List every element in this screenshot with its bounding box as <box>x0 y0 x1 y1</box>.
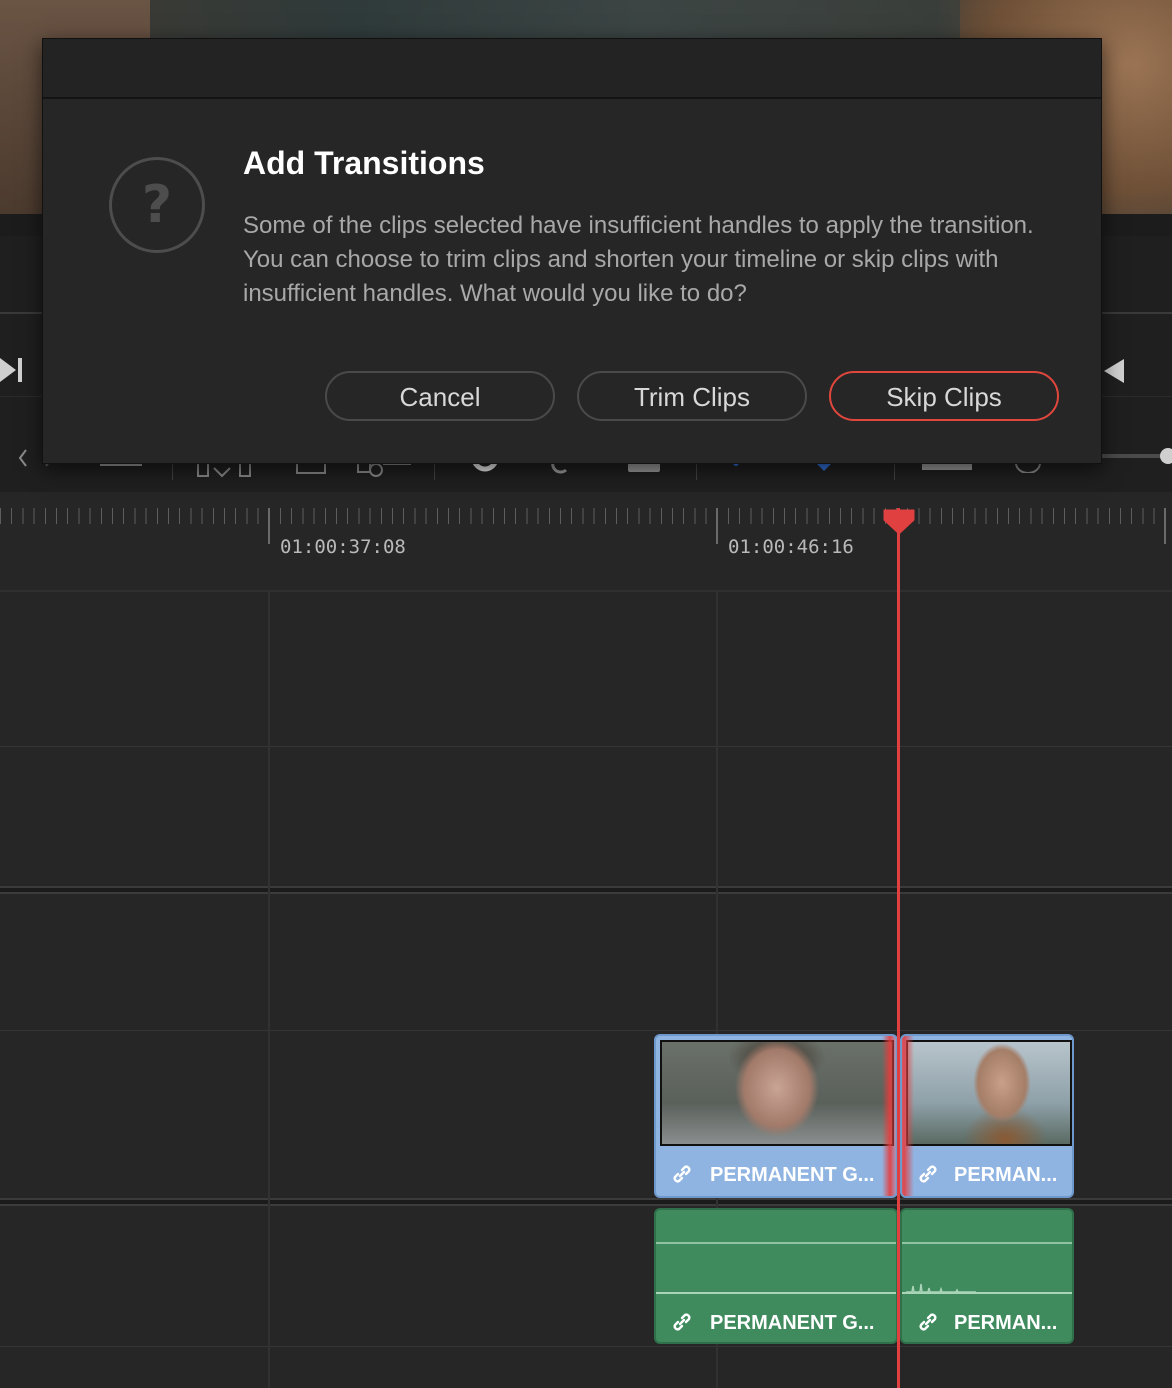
link-icon <box>670 1310 694 1339</box>
clip-name: PERMAN... <box>954 1312 1058 1334</box>
dialog-titlebar[interactable] <box>43 39 1101 99</box>
video-clip[interactable]: PERMANENT G... <box>654 1034 898 1198</box>
track-gridline <box>0 1346 1172 1347</box>
help-question-icon: ? <box>109 157 205 253</box>
cancel-button[interactable]: Cancel <box>325 371 555 421</box>
audio-waveform <box>906 1276 986 1298</box>
audio-clip[interactable]: PERMANENT G... <box>654 1208 898 1344</box>
link-icon <box>916 1162 940 1191</box>
audio-level-line <box>902 1242 1072 1244</box>
dialog-title: Add Transitions <box>243 145 485 181</box>
play-reverse-icon[interactable] <box>1102 358 1126 389</box>
audio-level-line <box>656 1242 896 1244</box>
clip-name: PERMANENT G... <box>710 1164 875 1186</box>
ruler-major-tick <box>1164 508 1166 544</box>
track-gridline <box>0 746 1172 747</box>
timecode-label: 01:00:37:08 <box>280 536 406 558</box>
ruler-major-tick <box>716 508 718 544</box>
clip-name: PERMANENT G... <box>710 1312 875 1334</box>
grid-line <box>268 592 270 1388</box>
transition-handle-warning <box>882 1036 896 1196</box>
clip-thumbnail <box>660 1040 894 1146</box>
transition-handle-warning <box>902 1036 914 1196</box>
video-clip[interactable]: PERMAN... <box>900 1034 1074 1198</box>
ruler-major-tick <box>268 508 270 544</box>
playhead-line[interactable] <box>897 508 900 1388</box>
clip-name: PERMAN... <box>954 1164 1058 1186</box>
next-clip-icon[interactable] <box>0 356 24 389</box>
trim-clips-button[interactable]: Trim Clips <box>577 371 807 421</box>
skip-clips-button[interactable]: Skip Clips <box>829 371 1059 421</box>
ruler-ticks <box>0 508 1172 524</box>
audio-clip[interactable]: PERMAN... <box>900 1208 1074 1344</box>
timecode-label: 01:00:46:16 <box>728 536 854 558</box>
track-gridline <box>0 1030 1172 1031</box>
track-divider[interactable] <box>0 1198 1172 1206</box>
add-transitions-dialog: ? Add Transitions Some of the clips sele… <box>42 38 1102 464</box>
track-divider[interactable] <box>0 886 1172 894</box>
link-icon <box>916 1310 940 1339</box>
link-icon <box>670 1162 694 1191</box>
playhead-handle[interactable] <box>882 508 916 540</box>
timeline-ruler[interactable]: 01:00:37:08 01:00:46:16 <box>0 492 1172 592</box>
clip-thumbnail <box>906 1040 1072 1146</box>
audio-baseline <box>902 1292 1072 1294</box>
video-track-empty[interactable] <box>0 592 1172 886</box>
zoom-slider-handle[interactable] <box>1160 448 1172 464</box>
dialog-message: Some of the clips selected have insuffic… <box>243 212 1034 307</box>
audio-baseline <box>656 1292 896 1294</box>
